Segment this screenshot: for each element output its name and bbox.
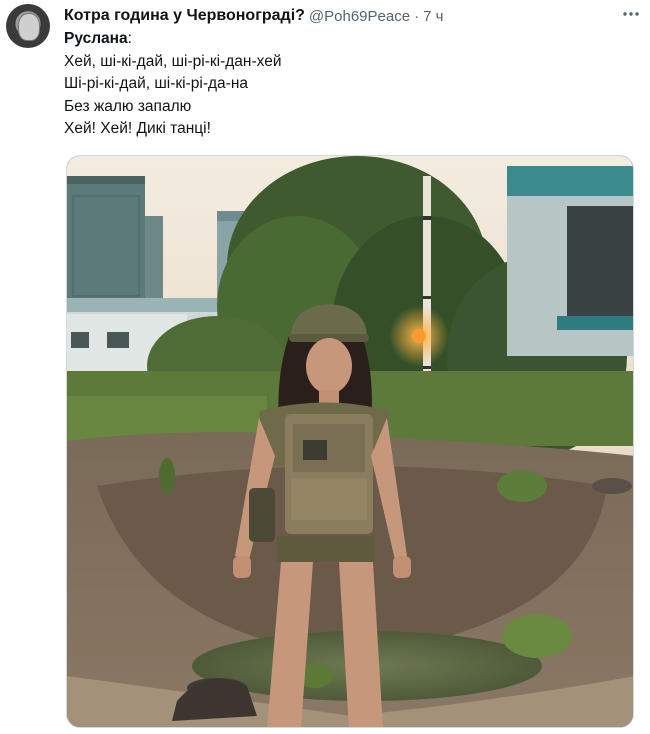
speaker-line: Руслана: [64,28,624,51]
separator-dot: · [414,7,420,25]
avatar-face-graphic [18,13,40,41]
lyric-line-2: Ші-рі-кі-дай, ші-кі-рі-да-на [64,75,249,92]
industrial-building-right [507,166,633,356]
author-name[interactable]: Котра година у Червонограді? [64,7,305,25]
lyric-line-3: Без жалю запалю [64,97,192,115]
author-handle[interactable]: @Poh69Peace [309,8,410,25]
tweet-header: Котра година у Червонограді? @Poh69Peace… [64,5,644,27]
photo-illustration [67,156,633,727]
lamp-light [412,329,426,343]
lyric-line-1: Хей, ші-кі-дай, ші-рі-кі-дан-хей [64,52,282,70]
speaker-colon: : [127,30,132,47]
tweet: Котра година у Червонограді? @Poh69Peace… [0,0,650,734]
avatar[interactable] [6,4,50,48]
tweet-timestamp[interactable]: 7 ч [423,8,443,25]
tweet-photo[interactable] [66,155,634,728]
tweet-text: Руслана: Хей, ші-кі-дай, ші-рі-кі-дан-хе… [64,28,624,141]
more-horizontal-icon[interactable] [620,4,642,24]
speaker-name: Руслана [64,30,128,47]
lyric-line-4: Хей! Хей! Дикі танці! [64,120,211,137]
